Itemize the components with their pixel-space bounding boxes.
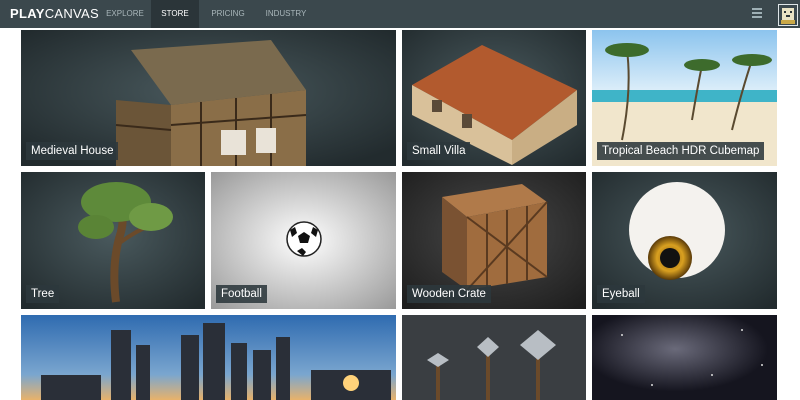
asset-card-city-skyline[interactable] <box>21 315 396 400</box>
asset-card-small-villa[interactable]: Small Villa <box>402 30 586 166</box>
logo-part-thin: CANVAS <box>44 6 99 21</box>
asset-card-weapons[interactable] <box>402 315 586 400</box>
asset-card-tree[interactable]: Tree <box>21 172 205 309</box>
asset-card-football[interactable]: Football <box>211 172 396 309</box>
nav-industry[interactable]: INDUSTRY <box>259 0 313 28</box>
nav-store[interactable]: STORE <box>151 0 199 28</box>
asset-title: Tropical Beach HDR Cubemap <box>597 142 765 160</box>
hamburger-menu-icon[interactable] <box>752 8 762 20</box>
user-avatar-icon[interactable] <box>778 4 798 26</box>
playcanvas-logo[interactable]: PLAYCANVAS <box>10 6 99 21</box>
asset-card-tropical-beach[interactable]: Tropical Beach HDR Cubemap <box>592 30 777 166</box>
asset-title: Small Villa <box>407 142 471 160</box>
logo-part-bold: PLAY <box>10 6 45 21</box>
asset-title: Medieval House <box>26 142 119 160</box>
asset-card-space-skybox[interactable] <box>592 315 777 400</box>
asset-title: Wooden Crate <box>407 285 491 303</box>
asset-card-eyeball[interactable]: Eyeball <box>592 172 777 309</box>
asset-card-medieval-house[interactable]: Medieval House <box>21 30 396 166</box>
asset-card-wooden-crate[interactable]: Wooden Crate <box>402 172 586 309</box>
asset-title: Eyeball <box>597 285 645 303</box>
asset-title: Football <box>216 285 267 303</box>
asset-title: Tree <box>26 285 60 303</box>
nav-pricing[interactable]: PRICING <box>203 0 253 28</box>
top-navigation-bar: PLAYCANVAS EXPLORE STORE PRICING INDUSTR… <box>0 0 800 28</box>
nav-explore[interactable]: EXPLORE <box>100 0 150 28</box>
